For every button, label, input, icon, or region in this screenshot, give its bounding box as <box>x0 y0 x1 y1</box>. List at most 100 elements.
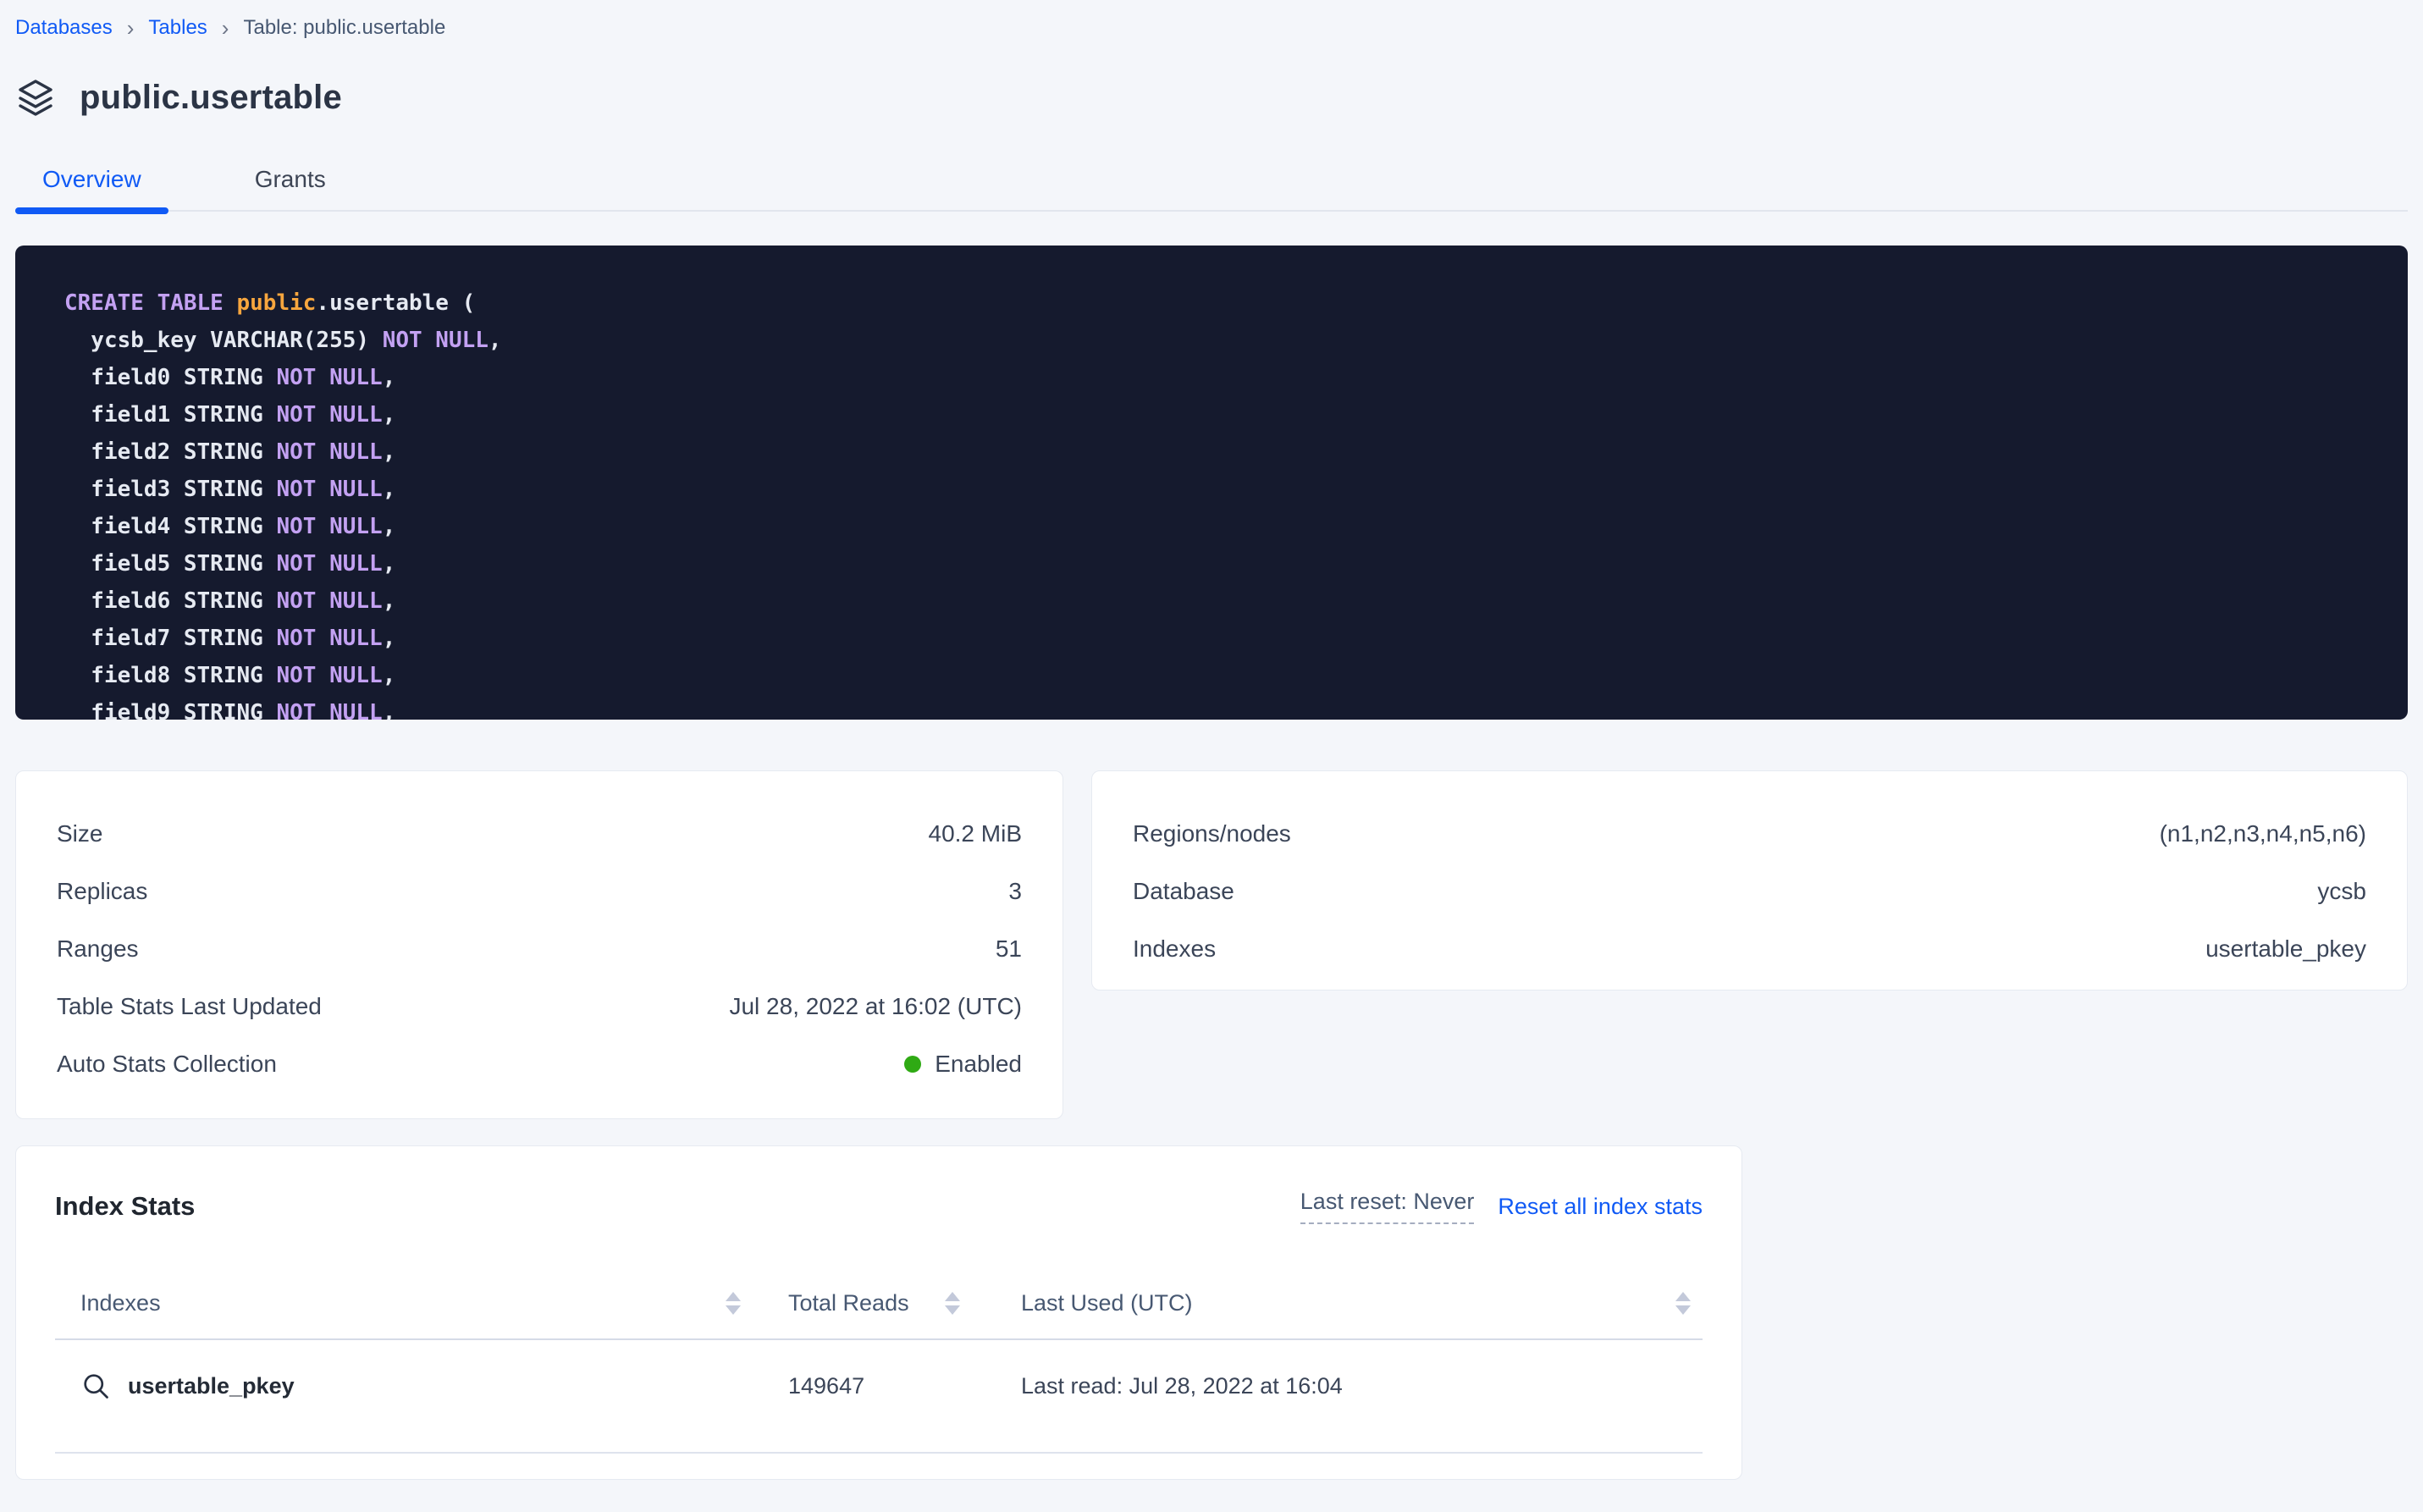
stat-value: Jul 28, 2022 at 16:02 (UTC) <box>729 993 1022 1020</box>
create-statement-sql: CREATE TABLE public.usertable ( ycsb_key… <box>64 284 2391 720</box>
index-stats-table-body: usertable_pkey 149647Last read: Jul 28, 2… <box>55 1340 1703 1454</box>
stat-value-text: ycsb <box>2317 878 2366 905</box>
sql-token: NOT NULL <box>276 402 382 428</box>
index-stats-card: Index Stats Last reset: Never Reset all … <box>15 1145 1742 1480</box>
total-reads-value: 149647 <box>788 1373 1021 1399</box>
sort-up-icon <box>945 1292 960 1301</box>
column-header-label: Indexes <box>80 1290 161 1316</box>
sql-token: .usertable ( <box>316 290 475 316</box>
sort-arrows-icon[interactable] <box>945 1292 960 1315</box>
sql-token: , <box>383 477 396 502</box>
column-header-indexes[interactable]: Indexes <box>80 1290 788 1316</box>
stat-label: Regions/nodes <box>1133 820 1291 847</box>
sql-token: , <box>383 588 396 614</box>
last-used-value: Last read: Jul 28, 2022 at 16:04 <box>1021 1373 1703 1399</box>
index-stats-controls: Last reset: Never Reset all index stats <box>1300 1189 1703 1224</box>
index-stats-title: Index Stats <box>55 1191 195 1222</box>
sql-token: CREATE TABLE <box>64 290 237 316</box>
sort-down-icon <box>726 1305 741 1315</box>
sql-token: field8 STRING <box>64 663 276 688</box>
stat-value-text: 40.2 MiB <box>929 820 1023 847</box>
table-layers-icon <box>15 77 56 118</box>
index-stats-table: Indexes Total Reads Last Used (UTC) userta… <box>55 1263 1703 1454</box>
tab-grants[interactable]: Grants <box>228 168 353 210</box>
sql-token: NOT NULL <box>276 514 382 539</box>
reset-index-stats-link[interactable]: Reset all index stats <box>1498 1194 1703 1220</box>
stat-value: (n1,n2,n3,n4,n5,n6) <box>2160 820 2366 847</box>
stat-row: Indexesusertable_pkey <box>1133 920 2366 978</box>
stat-label: Auto Stats Collection <box>57 1051 277 1078</box>
details-stats-card: Regions/nodes (n1,n2,n3,n4,n5,n6) Database… <box>1091 770 2408 991</box>
sql-token: field1 STRING <box>64 402 276 428</box>
stat-row: Regions/nodes (n1,n2,n3,n4,n5,n6) <box>1133 805 2366 863</box>
overview-stats-rows: Size 40.2 MiB Replicas3 Ranges 51 Table Stats… <box>57 805 1022 1093</box>
stat-value: 51 <box>996 935 1022 963</box>
magnifier-icon <box>80 1371 111 1401</box>
stat-value-text: usertable_pkey <box>2205 935 2366 963</box>
sql-token: , <box>488 328 502 353</box>
breadcrumb-separator-icon: › <box>127 15 135 41</box>
stat-label: Table Stats Last Updated <box>57 993 322 1020</box>
sql-token: ycsb_key VARCHAR(255) <box>64 328 383 353</box>
create-statement-box[interactable]: CREATE TABLE public.usertable ( ycsb_key… <box>15 246 2408 720</box>
overview-stats-card: Size 40.2 MiB Replicas3 Ranges 51 Table Stats… <box>15 770 1063 1119</box>
sql-token: field4 STRING <box>64 514 276 539</box>
sql-token: public <box>237 290 317 316</box>
sql-token: NOT NULL <box>276 477 382 502</box>
sql-token: field2 STRING <box>64 439 276 465</box>
column-header-total-reads[interactable]: Total Reads <box>788 1290 1021 1316</box>
sql-token: , <box>383 514 396 539</box>
column-header-last-used-utc-[interactable]: Last Used (UTC) <box>1021 1290 1703 1316</box>
index-stats-header: Index Stats Last reset: Never Reset all … <box>55 1189 1703 1224</box>
sql-token: , <box>383 402 396 428</box>
sql-token: NOT NULL <box>276 700 382 720</box>
stat-value-text: Jul 28, 2022 at 16:02 (UTC) <box>729 993 1022 1020</box>
index-stats-table-header: Indexes Total Reads Last Used (UTC) <box>55 1263 1703 1340</box>
breadcrumb-separator-icon: › <box>222 15 229 41</box>
index-name-cell[interactable]: usertable_pkey <box>80 1371 788 1401</box>
stat-row: Ranges 51 <box>57 920 1022 978</box>
stat-label: Size <box>57 820 102 847</box>
column-header-label: Last Used (UTC) <box>1021 1290 1193 1316</box>
sql-token: NOT NULL <box>276 439 382 465</box>
page-header: public.usertable <box>15 74 2408 120</box>
last-reset-label[interactable]: Last reset: Never <box>1300 1189 1475 1224</box>
details-stats-rows: Regions/nodes (n1,n2,n3,n4,n5,n6) Database… <box>1133 805 2366 978</box>
sql-token: , <box>383 663 396 688</box>
sql-token: field9 STRING <box>64 700 276 720</box>
sql-token: field7 STRING <box>64 626 276 651</box>
tab-overview[interactable]: Overview <box>15 168 168 210</box>
tab-bar: Overview Grants <box>15 168 2408 212</box>
sql-token: NOT NULL <box>276 626 382 651</box>
sql-token: NOT NULL <box>276 365 382 390</box>
stat-value: 3 <box>1008 878 1022 905</box>
breadcrumb: Databases › Tables › Table: public.usertable <box>15 15 2408 41</box>
stat-row: Databaseycsb <box>1133 863 2366 920</box>
stat-value: usertable_pkey <box>2205 935 2366 963</box>
sort-down-icon <box>1675 1305 1691 1315</box>
sql-token: field3 STRING <box>64 477 276 502</box>
breadcrumb-link[interactable]: Databases <box>15 15 113 41</box>
stat-value-text: (n1,n2,n3,n4,n5,n6) <box>2160 820 2366 847</box>
index-name: usertable_pkey <box>128 1373 295 1399</box>
sql-token: , <box>383 365 396 390</box>
sql-token: NOT NULL <box>383 328 488 353</box>
sort-arrows-icon[interactable] <box>1675 1292 1691 1315</box>
page-title: public.usertable <box>80 79 342 117</box>
breadcrumb-current: Table: public.usertable <box>243 15 445 41</box>
stat-label: Ranges <box>57 935 139 963</box>
sql-token: NOT NULL <box>276 551 382 577</box>
sort-arrows-icon[interactable] <box>726 1292 741 1315</box>
sql-token: , <box>383 551 396 577</box>
sql-token: , <box>383 439 396 465</box>
breadcrumb-link[interactable]: Tables <box>148 15 207 41</box>
sql-token: , <box>383 626 396 651</box>
stat-value: Enabled <box>904 1051 1022 1078</box>
sql-token: , <box>383 700 396 720</box>
stat-row: Replicas3 <box>57 863 1022 920</box>
stat-row: Table Stats Last Updated Jul 28, 2022 at … <box>57 978 1022 1035</box>
stat-value: ycsb <box>2317 878 2366 905</box>
page: Databases › Tables › Table: public.usertable… <box>0 0 2423 1480</box>
sql-token: field6 STRING <box>64 588 276 614</box>
column-header-label: Total Reads <box>788 1290 909 1316</box>
